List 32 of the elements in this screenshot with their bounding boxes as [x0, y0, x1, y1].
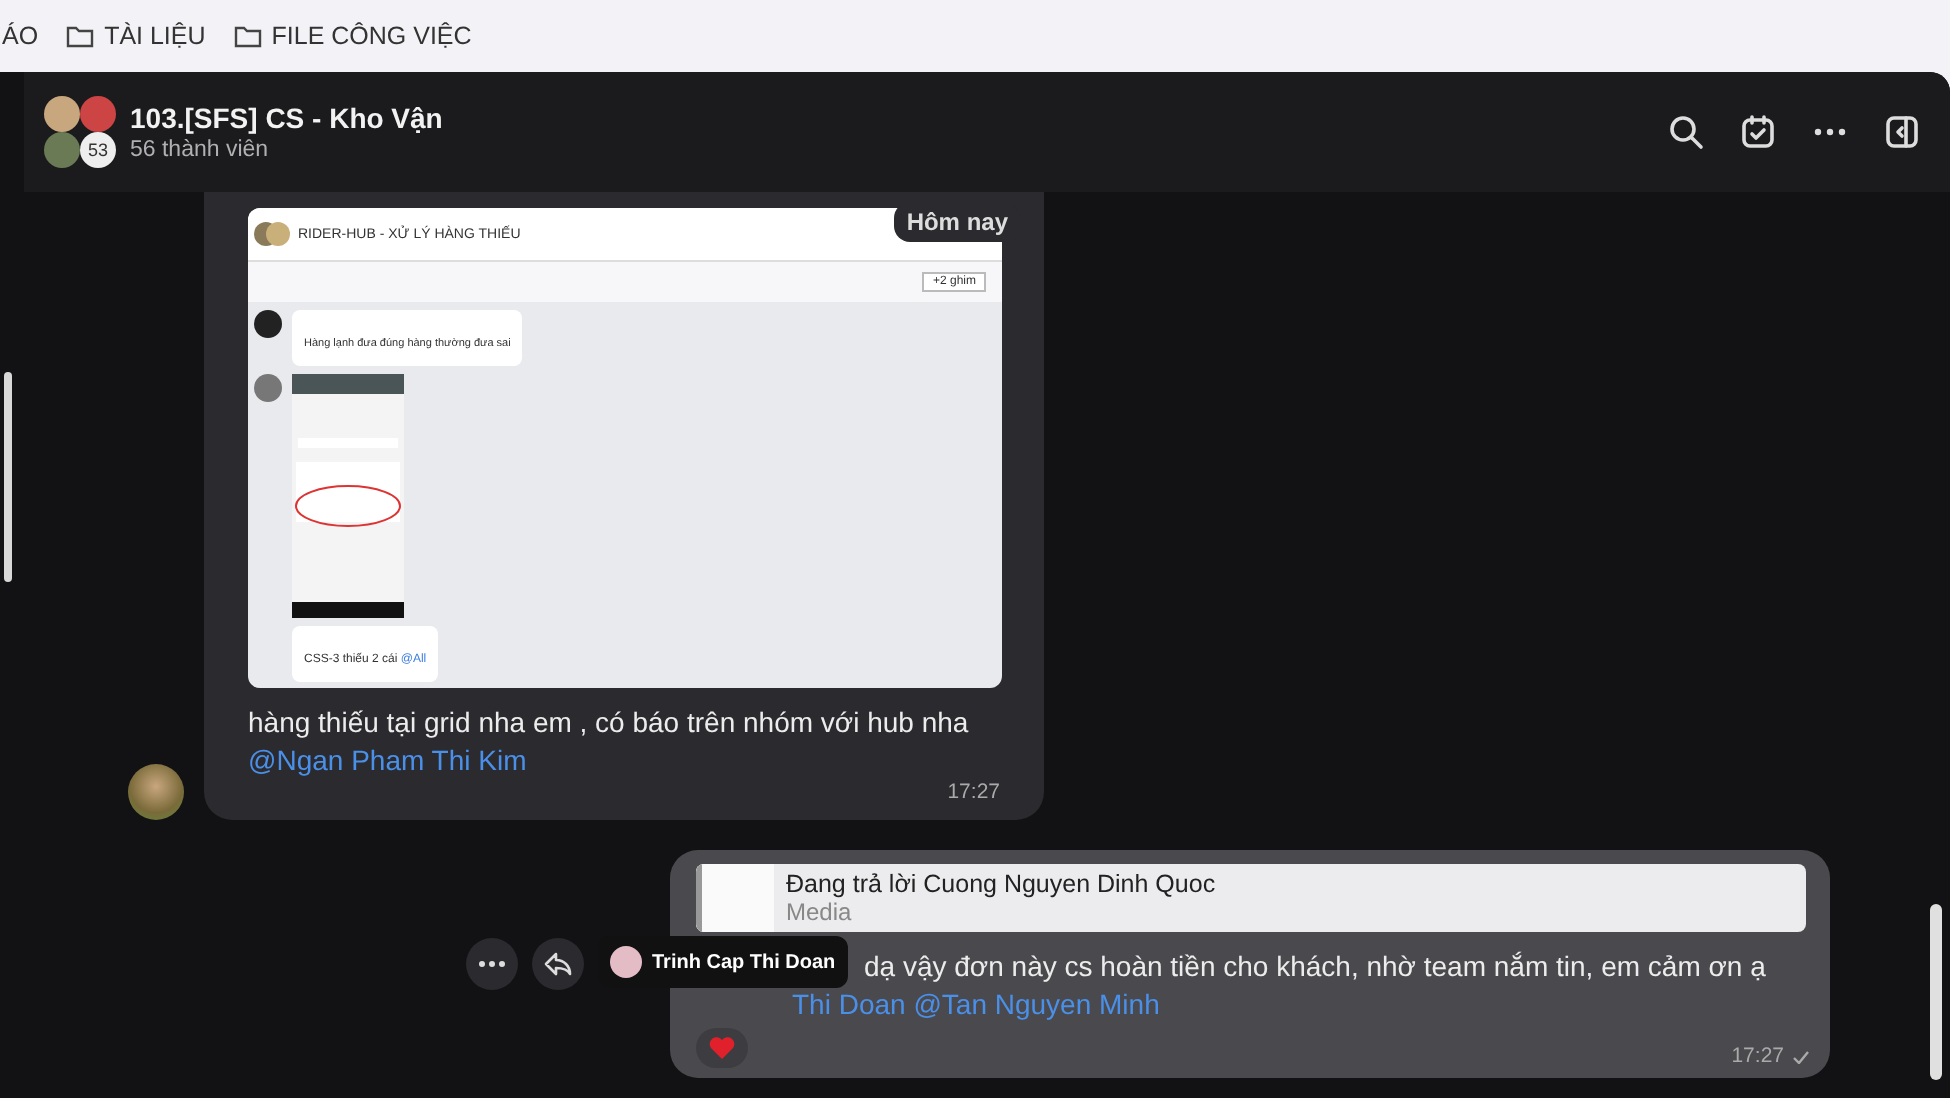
- reply-quote[interactable]: Đang trả lời Cuong Nguyen Dinh Quoc Media: [696, 864, 1806, 932]
- mention-link[interactable]: @Ngan Pham Thi Kim: [248, 744, 527, 776]
- side-panel-icon: [1884, 114, 1920, 150]
- calendar-check-icon: [1740, 114, 1776, 150]
- more-icon: [478, 960, 506, 968]
- bookmark-link[interactable]: TÀI LIỆU: [66, 22, 206, 50]
- avatar: [254, 310, 282, 338]
- member-count: 56 thành viên: [130, 138, 271, 162]
- avatar: [254, 374, 282, 402]
- reply-button[interactable]: [532, 938, 584, 990]
- message-time: 17:27: [947, 780, 1000, 804]
- folder-icon: [233, 24, 262, 48]
- avatar: [610, 946, 642, 978]
- more-button[interactable]: [466, 938, 518, 990]
- search-icon: [1668, 114, 1704, 150]
- message-time: 17:27: [1731, 1044, 1810, 1068]
- avatar[interactable]: [128, 764, 184, 820]
- message-text: dạ vậy đơn này cs hoàn tiền cho khách, nhờ team nắm tin, em cảm ơn ạ: [864, 950, 1766, 982]
- message-text: hàng thiếu tại grid nha em , có báo trên nhóm với hub nha: [248, 704, 971, 742]
- scrollbar[interactable]: [1930, 904, 1942, 1080]
- tooltip-text: Trinh Cap Thi Doan: [652, 951, 836, 973]
- group-avatar-icon: [254, 216, 290, 252]
- chat-title: 103.[SFS] CS - Kho Vận: [130, 102, 445, 134]
- scrollbar[interactable]: [4, 372, 12, 582]
- bookmark-link[interactable]: ÁO: [2, 22, 39, 50]
- reply-title: Đang trả lời Cuong Nguyen Dinh Quoc: [786, 870, 1216, 898]
- more-icon: [1814, 128, 1846, 136]
- member-count-badge: 53: [80, 132, 116, 168]
- reply-subtitle: Media: [786, 898, 854, 926]
- reply-icon: [544, 952, 572, 976]
- bookmark-link[interactable]: FILE CÔNG VIỆC: [233, 22, 472, 50]
- folder-icon: [66, 24, 95, 48]
